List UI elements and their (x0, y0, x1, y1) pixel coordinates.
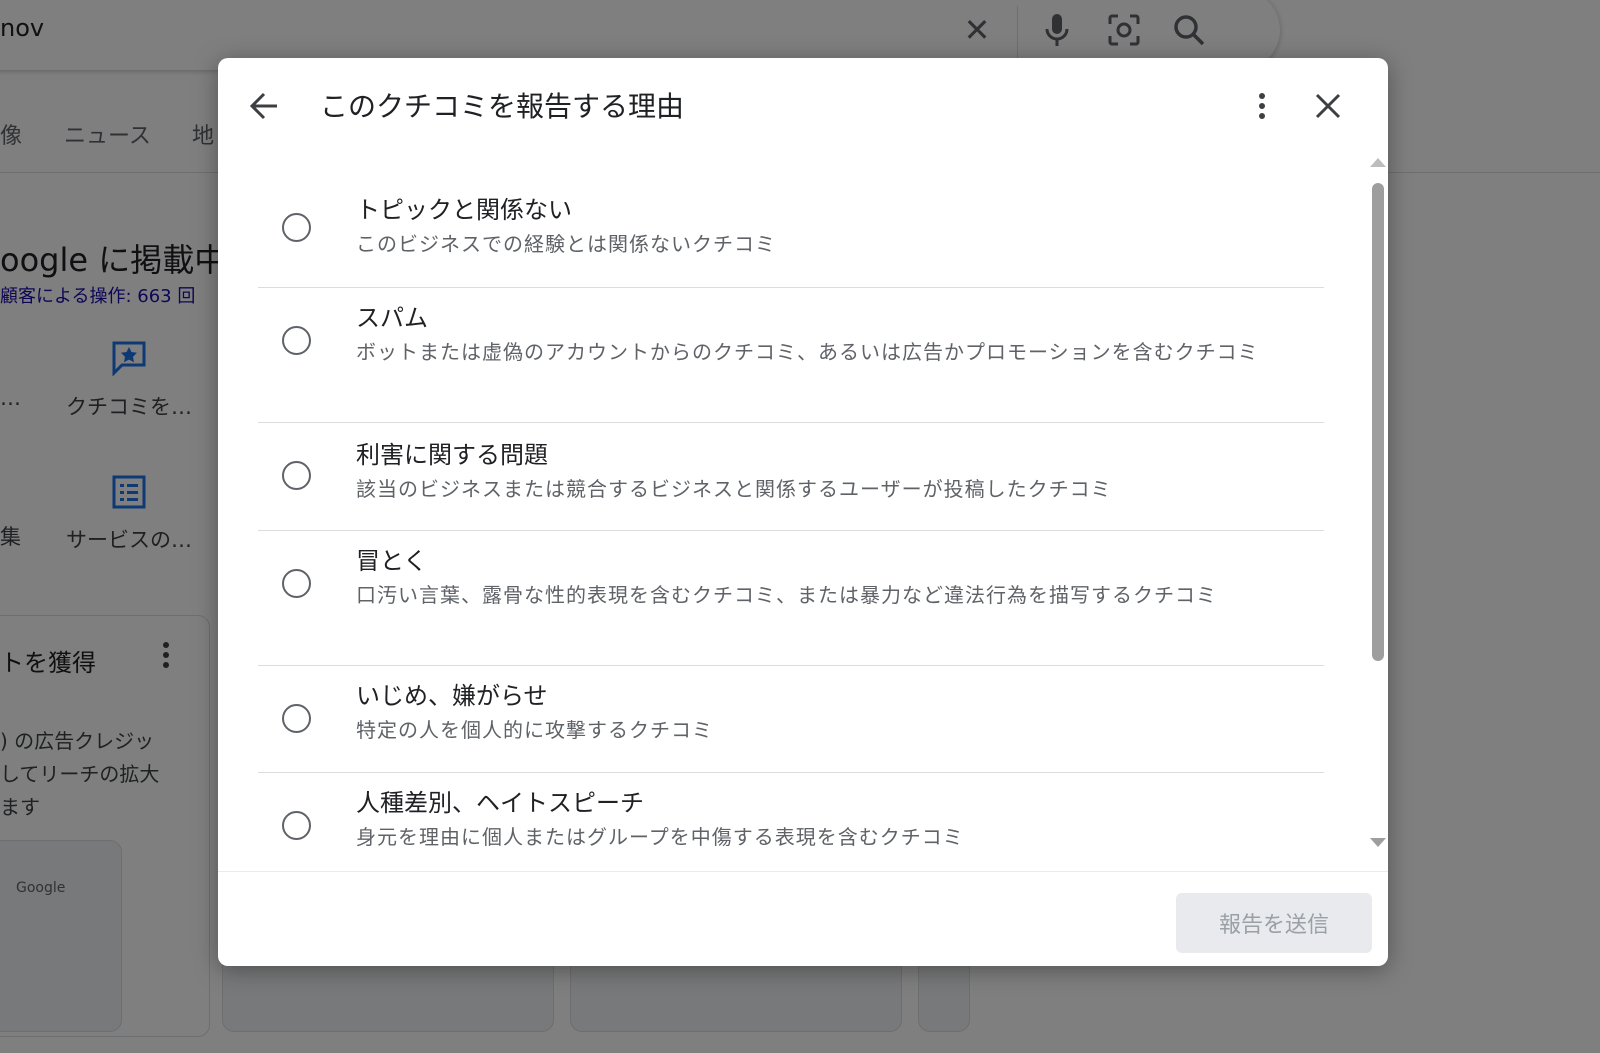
reason-title: トピックと関係ない (356, 196, 572, 224)
reason-description: 身元を理由に個人またはグループを中傷する表現を含むクチコミ (356, 825, 964, 849)
radio-button[interactable] (282, 461, 311, 490)
reason-option-off-topic[interactable]: トピックと関係ない このビジネスでの経験とは関係ないクチコミ (258, 180, 1324, 288)
dialog-header: このクチコミを報告する理由 (218, 58, 1388, 148)
reason-title: いじめ、嫌がらせ (356, 682, 548, 710)
report-review-dialog: このクチコミを報告する理由 トピックと関係ない このビジネスでの経験とは関係ない… (218, 58, 1388, 966)
reason-option-profanity[interactable]: 冒とく 口汚い言葉、露骨な性的表現を含むクチコミ、または暴力など違法行為を描写す… (258, 531, 1324, 666)
radio-button[interactable] (282, 811, 311, 840)
reason-description: 該当のビジネスまたは競合するビジネスと関係するユーザーが投稿したクチコミ (356, 477, 1112, 501)
reason-option-spam[interactable]: スパム ボットまたは虚偽のアカウントからのクチコミ、あるいは広告かプロモーション… (258, 288, 1324, 423)
reason-title: 人種差別、ヘイトスピーチ (356, 789, 644, 817)
close-button[interactable] (1304, 82, 1352, 130)
radio-button[interactable] (282, 704, 311, 733)
radio-button[interactable] (282, 326, 311, 355)
reason-title: スパム (356, 304, 428, 332)
submit-report-button[interactable]: 報告を送信 (1176, 893, 1372, 953)
reason-description: 口汚い言葉、露骨な性的表現を含むクチコミ、または暴力など違法行為を描写するクチコ… (356, 583, 1217, 607)
reason-description: ボットまたは虚偽のアカウントからのクチコミ、あるいは広告かプロモーションを含むク… (356, 340, 1259, 364)
reason-list: トピックと関係ない このビジネスでの経験とは関係ないクチコミ スパム ボットまた… (258, 180, 1324, 873)
arrow-back-icon (249, 92, 277, 120)
dialog-title: このクチコミを報告する理由 (320, 90, 685, 123)
footer-divider (218, 871, 1388, 872)
reason-option-hate-speech[interactable]: 人種差別、ヘイトスピーチ 身元を理由に個人またはグループを中傷する表現を含むクチ… (258, 773, 1324, 873)
scroll-down-arrow[interactable] (1370, 838, 1386, 847)
radio-button[interactable] (282, 213, 311, 242)
reason-title: 冒とく (356, 547, 428, 575)
reason-description: このビジネスでの経験とは関係ないクチコミ (356, 232, 776, 256)
reason-title: 利害に関する問題 (356, 441, 548, 469)
radio-button[interactable] (282, 569, 311, 598)
back-button[interactable] (240, 82, 288, 130)
reason-option-bullying[interactable]: いじめ、嫌がらせ 特定の人を個人的に攻撃するクチコミ (258, 666, 1324, 773)
scrollbar-thumb[interactable] (1372, 183, 1384, 661)
close-icon (1315, 93, 1341, 119)
reason-description: 特定の人を個人的に攻撃するクチコミ (356, 718, 713, 742)
scroll-up-arrow[interactable] (1370, 158, 1386, 167)
more-options-button[interactable] (1238, 82, 1286, 130)
more-vert-icon (1259, 93, 1265, 119)
reason-option-conflict-of-interest[interactable]: 利害に関する問題 該当のビジネスまたは競合するビジネスと関係するユーザーが投稿し… (258, 423, 1324, 531)
